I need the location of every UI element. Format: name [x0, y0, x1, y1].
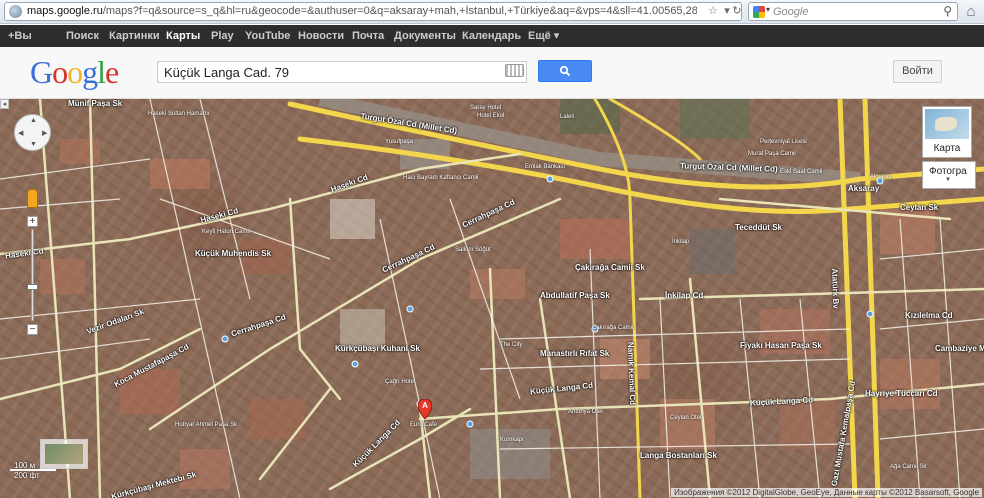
maps-search-input[interactable]: [157, 61, 527, 83]
home-icon[interactable]: ⌂: [962, 3, 980, 20]
map-canvas[interactable]: Turgut Özal Cd (Millet Cd) Turgut Özal C…: [0, 99, 984, 498]
poi-label: Antonya Otel: [568, 409, 603, 415]
poi-label: Kumkapı: [500, 437, 524, 443]
photo-menu-button[interactable]: Фотогра ▼: [922, 161, 976, 189]
poi-label: Çakırağa Camii: [592, 325, 634, 331]
photo-label: Фотогра: [929, 166, 967, 177]
search-icon: [559, 65, 571, 77]
gbar-item-images[interactable]: Картинки: [109, 25, 160, 47]
street-label: Kürkçübaşı Kuhani Sk: [335, 344, 420, 353]
logo-letter: G: [30, 54, 53, 90]
poi-label: Salkım Söğüt: [455, 247, 491, 253]
street-label: Abdullatif Paşa Sk: [540, 291, 610, 300]
pan-control[interactable]: ▲ ▼ ◀ ▶: [14, 114, 51, 151]
map-attribution[interactable]: Изображения ©2012 DigitalGlobe, GeoEye, …: [671, 488, 982, 497]
street-label: Fiyakı Hasan Paşa Sk: [740, 341, 822, 350]
street-label: Hayriye Tüccarı Cd: [865, 389, 938, 398]
gbar-item-play[interactable]: Play: [211, 25, 234, 47]
logo-letter: o: [52, 54, 68, 90]
gbar-item-more[interactable]: Ещё ▾: [528, 25, 559, 47]
engine-dropdown-icon[interactable]: ▾: [766, 5, 770, 14]
gbar-item-youtube[interactable]: YouTube: [245, 25, 290, 47]
poi-label: Murat Paşa Camii: [748, 151, 796, 157]
google-nav-bar: +Вы Поиск Картинки Карты Play YouTube Но…: [0, 25, 984, 47]
street-label: Ceylan Sk: [900, 203, 939, 212]
poi-label: Pertevniyal Lisesi: [760, 139, 807, 145]
street-label: Cambaziye Mh: [935, 344, 984, 353]
gbar-item-search[interactable]: Поиск: [66, 25, 99, 47]
collapse-panel-arrow-icon[interactable]: ◂: [0, 99, 9, 109]
street-label: Kızılelma Cd: [905, 311, 953, 320]
poi-label: Ceylan Otel: [670, 415, 702, 421]
poi-label: Emlak Bankası: [525, 164, 566, 170]
gbar-item-calendar[interactable]: Календарь: [462, 25, 521, 47]
logo-letter: e: [105, 54, 119, 90]
google-engine-icon[interactable]: [753, 6, 765, 18]
poi-label: The City: [500, 342, 523, 348]
poi-label: Aksaray: [870, 174, 892, 180]
street-label: Manastırlı Rıfat Sk: [540, 349, 610, 358]
address-bar[interactable]: maps.google.ru/maps?f=q&source=s_q&hl=ru…: [4, 2, 742, 21]
address-bar-text[interactable]: maps.google.ru/maps?f=q&source=s_q&hl=ru…: [27, 5, 697, 17]
gbar-item-plus[interactable]: +Вы: [8, 25, 32, 47]
poi-label: Haseki Sultan Hamamı: [148, 111, 210, 117]
poi-label: Çağrı Hotel: [385, 379, 416, 385]
sign-in-button[interactable]: Войти: [893, 60, 942, 83]
poi-label: İnkilap: [672, 239, 690, 245]
poi-label: Hacı Bayram Kaftancı Camii: [403, 175, 479, 181]
poi-label: Keyfi Hatun Camii: [202, 229, 251, 235]
street-label: Atatürk Bv: [830, 268, 841, 309]
pan-down-icon[interactable]: ▼: [30, 141, 37, 148]
poi-label: Ağa Camii Sk: [890, 464, 927, 470]
keyboard-icon[interactable]: [505, 64, 524, 77]
street-label: Langa Bostanları Sk: [640, 451, 717, 460]
location-marker[interactable]: A: [417, 398, 433, 420]
poi-label: Saray Hotel: [470, 105, 502, 111]
browser-search-placeholder: Google: [773, 6, 809, 18]
site-identity-icon[interactable]: [9, 5, 22, 18]
map-thumbnail: [925, 109, 969, 139]
poi-label: Hobyar Ahmet Paşa Sk: [175, 422, 238, 428]
zoom-slider-track[interactable]: [31, 229, 34, 321]
scale-bar: 100 м 200 фт: [8, 459, 78, 481]
scale-feet: 200 фт: [14, 471, 40, 480]
browser-search-box[interactable]: ▾ Google ⚲: [748, 2, 958, 21]
marker-letter: A: [422, 401, 428, 410]
zoom-slider-handle[interactable]: [27, 284, 38, 290]
zoom-out-button[interactable]: −: [27, 324, 38, 335]
gbar-item-mail[interactable]: Почта: [352, 25, 384, 47]
gbar-item-docs[interactable]: Документы: [394, 25, 456, 47]
maps-header: Google Войти: [0, 47, 984, 99]
pegman-icon[interactable]: [27, 189, 38, 208]
logo-letter: g: [82, 54, 98, 90]
logo-letter: l: [97, 54, 106, 90]
pan-left-icon[interactable]: ◀: [18, 129, 23, 137]
google-logo[interactable]: Google: [30, 54, 119, 91]
zoom-in-button[interactable]: +: [27, 216, 38, 227]
poi-label: Hotel Ekol: [477, 113, 505, 119]
logo-letter: o: [67, 54, 83, 90]
map-type-label: Карта: [933, 143, 961, 154]
map-type-toggle[interactable]: Карта: [922, 106, 972, 158]
magnifier-icon[interactable]: ⚲: [943, 4, 952, 18]
pan-right-icon[interactable]: ▶: [42, 129, 47, 137]
street-label: Aksaray: [848, 184, 880, 193]
street-label: Çakırağa Camii Sk: [575, 263, 645, 272]
street-label: İnkilap Cd: [665, 291, 704, 300]
chevron-down-icon: ▼: [945, 177, 951, 183]
poi-label: Euro Cafe: [410, 422, 438, 428]
poi-label: Laleli: [560, 114, 575, 120]
poi-label: Eski Saat Camii: [780, 169, 823, 175]
poi-label: Yusufpaşa: [385, 139, 414, 145]
search-button[interactable]: [538, 60, 592, 82]
street-label: Münif Paşa Sk: [68, 99, 123, 108]
browser-toolbar: maps.google.ru/maps?f=q&source=s_q&hl=ru…: [0, 0, 984, 24]
gbar-item-news[interactable]: Новости: [298, 25, 344, 47]
pan-up-icon[interactable]: ▲: [30, 117, 37, 124]
street-label: Teceddüt Sk: [735, 223, 782, 232]
reload-icon[interactable]: ↻: [731, 4, 743, 19]
gbar-item-maps[interactable]: Карты: [166, 25, 200, 47]
street-label: Küçük Muhendis Sk: [195, 249, 272, 258]
